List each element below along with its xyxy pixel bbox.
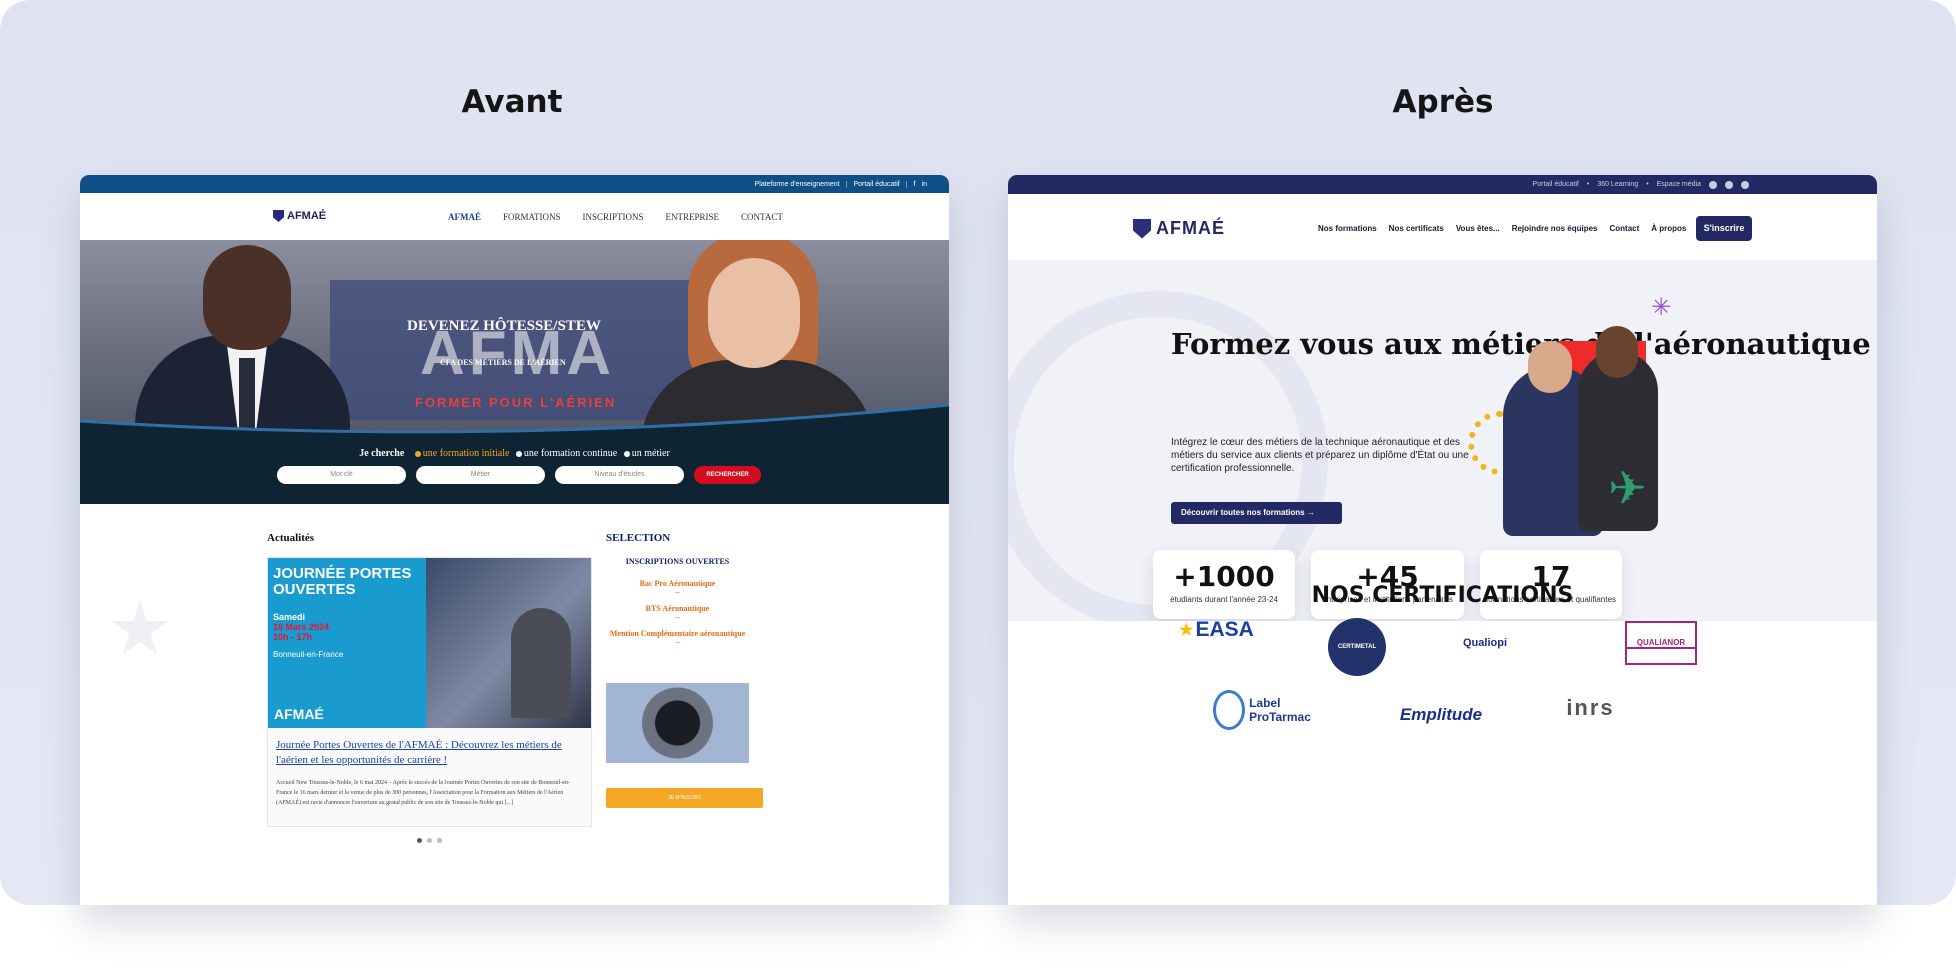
carousel-dot[interactable] bbox=[437, 838, 442, 843]
new-logo[interactable]: AFMAÉ bbox=[1133, 218, 1225, 239]
nav-item-a-propos[interactable]: À propos bbox=[1651, 224, 1686, 233]
old-search-section: Je cherche une formation initiale une fo… bbox=[80, 438, 949, 504]
topbar-link-360learning[interactable]: 360 Learning bbox=[1597, 181, 1638, 188]
job-select[interactable]: Métier bbox=[416, 466, 545, 484]
topbar-link-media[interactable]: Espace média bbox=[1657, 181, 1701, 188]
linkedin-icon[interactable]: in bbox=[922, 181, 927, 188]
selection-title: INSCRIPTIONS OUVERTES bbox=[625, 557, 730, 566]
nav-item-contact[interactable]: Contact bbox=[1609, 224, 1639, 233]
new-hero: Formez vous aux métiers de l'aéronautiqu… bbox=[1008, 261, 1877, 621]
old-logo[interactable]: AFMAÉ bbox=[273, 210, 326, 222]
news-card-excerpt: Accueil New Toussus-le-Noble, le 6 mai 2… bbox=[276, 780, 570, 806]
emplitude-logo: Emplitude bbox=[1399, 705, 1483, 724]
news-card-link[interactable]: Journée Portes Ouvertes de l'AFMAÉ : Déc… bbox=[268, 728, 591, 772]
hero-illustration: ✳ ✈ bbox=[1468, 291, 1708, 536]
news-card-poster: JOURNÉE PORTES OUVERTES Samedi 16 Mars 2… bbox=[268, 558, 426, 728]
signup-button[interactable]: S'inscrire bbox=[1696, 216, 1752, 241]
instagram-icon[interactable] bbox=[1725, 180, 1733, 189]
nav-item-vous-etes[interactable]: Vous êtes... bbox=[1456, 224, 1500, 233]
topbar-link-portal[interactable]: Portail éducatif bbox=[853, 181, 899, 188]
topbar-link-teaching-platform[interactable]: Plateforme d'enseignement bbox=[755, 181, 840, 188]
news-heading: Actualités bbox=[267, 532, 315, 544]
old-website-screenshot: Plateforme d'enseignement | Portail éduc… bbox=[80, 175, 949, 905]
nav-item-rejoindre[interactable]: Rejoindre nos équipes bbox=[1512, 224, 1598, 233]
qualianor-logo: QUALIANOR bbox=[1625, 621, 1697, 665]
before-label: Avant bbox=[461, 84, 563, 120]
airplane-icon: ✈ bbox=[1608, 461, 1647, 515]
facebook-icon[interactable] bbox=[1741, 180, 1749, 189]
new-main-menu: Nos formations Nos certificats Vous êtes… bbox=[1318, 224, 1686, 233]
sparkle-icon: ✳ bbox=[1651, 293, 1672, 321]
old-navbar: AFMAÉ AFMAÉ FORMATIONS INSCRIPTIONS ENTR… bbox=[80, 193, 949, 240]
hero-wave-divider bbox=[80, 403, 949, 438]
topbar-link-portal[interactable]: Portail éducatif bbox=[1533, 181, 1579, 188]
engine-photo bbox=[606, 683, 749, 763]
search-label: Je cherche bbox=[359, 448, 405, 459]
shield-icon bbox=[1133, 218, 1151, 239]
arrow-right-icon: → bbox=[1306, 508, 1315, 517]
selection-heading: SELECTION bbox=[606, 532, 671, 544]
news-card[interactable]: JOURNÉE PORTES OUVERTES Samedi 16 Mars 2… bbox=[267, 557, 592, 827]
nav-item-inscriptions[interactable]: INSCRIPTIONS bbox=[583, 212, 644, 222]
nav-item-contact[interactable]: CONTACT bbox=[741, 212, 783, 222]
carousel-dot[interactable] bbox=[417, 838, 422, 843]
nav-item-formations[interactable]: FORMATIONS bbox=[503, 212, 561, 222]
protarmac-logo: Label ProTarmac bbox=[1213, 687, 1323, 733]
old-hero-banner: AFMA FORMER POUR L'AÉRIEN DEVENEZ HÔTESS… bbox=[80, 240, 949, 438]
qualiopi-logo: Qualiopi bbox=[1463, 637, 1507, 649]
discover-formations-button[interactable]: Découvrir toutes nos formations → bbox=[1171, 502, 1342, 524]
easa-logo: ★ EASA bbox=[1179, 618, 1254, 641]
radio-metier[interactable] bbox=[623, 450, 630, 457]
new-website-screenshot: Portail éducatif • 360 Learning • Espace… bbox=[1008, 175, 1877, 905]
nav-item-formations[interactable]: Nos formations bbox=[1318, 224, 1377, 233]
search-type-row: Je cherche une formation initiale une fo… bbox=[359, 448, 670, 459]
shield-icon bbox=[273, 210, 284, 222]
certifications-heading: NOS CERTIFICATIONS bbox=[1311, 583, 1574, 608]
inrs-logo: inrs bbox=[1566, 695, 1615, 720]
old-main-menu: AFMAÉ FORMATIONS INSCRIPTIONS ENTREPRISE… bbox=[448, 212, 783, 222]
carousel-dots bbox=[417, 838, 442, 843]
search-fields: Mot clé Métier Niveau d'études RECHERCHE… bbox=[277, 466, 761, 484]
radio-initial[interactable] bbox=[414, 450, 421, 457]
selection-list: INSCRIPTIONS OUVERTES Bac Pro Aéronautiq… bbox=[606, 557, 749, 647]
hero-text: Intégrez le cœur des métiers de la techn… bbox=[1171, 437, 1469, 474]
study-level-select[interactable]: Niveau d'études bbox=[555, 466, 684, 484]
carousel-dot[interactable] bbox=[427, 838, 432, 843]
hero-subtitle: CFA DES MÉTIERS DE L'AÉRIEN bbox=[440, 358, 566, 367]
facebook-icon[interactable]: f bbox=[914, 181, 916, 188]
old-content: Actualités JOURNÉE PORTES OUVERTES Samed… bbox=[80, 504, 949, 879]
signup-button[interactable]: JE M'INSCRIS bbox=[606, 788, 763, 808]
nav-item-certificats[interactable]: Nos certificats bbox=[1389, 224, 1444, 233]
hero-title: DEVENEZ HÔTESSE/STEW bbox=[407, 318, 601, 334]
after-label: Après bbox=[1392, 84, 1494, 120]
old-topbar: Plateforme d'enseignement | Portail éduc… bbox=[80, 175, 949, 193]
keyword-input[interactable]: Mot clé bbox=[277, 466, 406, 484]
nav-item-afmae[interactable]: AFMAÉ bbox=[448, 212, 481, 222]
new-topbar: Portail éducatif • 360 Learning • Espace… bbox=[1008, 175, 1877, 194]
news-card-photo bbox=[426, 558, 591, 728]
new-navbar: AFMAÉ Nos formations Nos certificats Vou… bbox=[1008, 194, 1877, 261]
search-button[interactable]: RECHERCHER bbox=[694, 466, 761, 484]
certimetal-logo: CERTIMETAL bbox=[1328, 618, 1386, 676]
linkedin-icon[interactable] bbox=[1709, 180, 1717, 189]
radio-continue[interactable] bbox=[515, 450, 522, 457]
nav-item-entreprise[interactable]: ENTREPRISE bbox=[666, 212, 720, 222]
